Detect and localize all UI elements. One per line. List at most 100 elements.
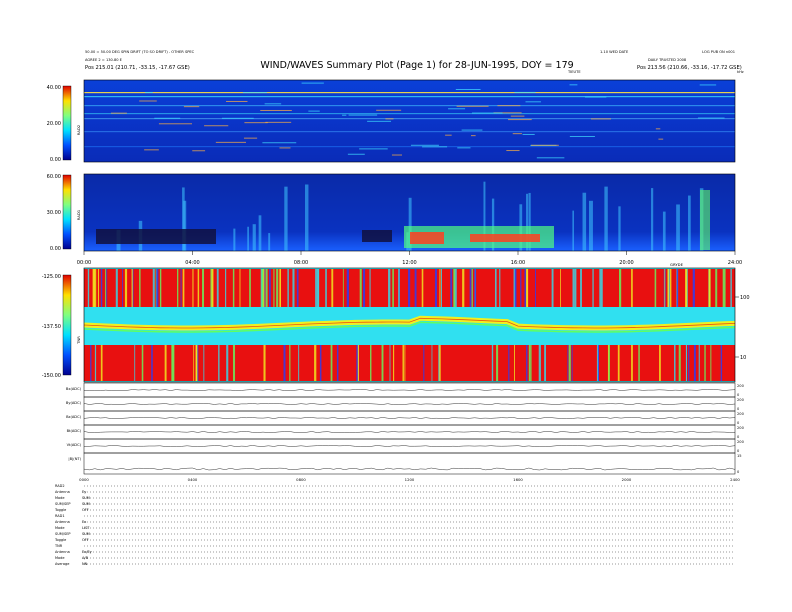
rad2-noise [158, 123, 193, 125]
rad2-streak [84, 92, 735, 94]
rad1-burst [247, 226, 249, 251]
tnr-stripe [471, 269, 473, 307]
tnr-stripe [402, 345, 404, 381]
tnr-stripe [462, 269, 465, 307]
rad2-label: RAD2 [76, 124, 81, 135]
tnr-stripe [571, 345, 573, 381]
tnr-stripe [667, 269, 669, 307]
tnr-right-tick-low: 10 [740, 355, 746, 361]
mag-strip-right-tick: 0 [737, 470, 740, 474]
tnr-stripe [450, 269, 453, 307]
rad2-noise [347, 153, 365, 155]
rad1-colorbar-min: 0.00 [50, 246, 61, 252]
tnr-stripe [597, 345, 599, 381]
legend-label: Average [55, 562, 69, 566]
mag-strip-right-tick: 0 [737, 449, 740, 453]
mag-strip-right-tick: 200 [737, 384, 745, 388]
rad2-noise [244, 122, 268, 124]
tnr-stripe [159, 269, 162, 307]
rad2-noise [584, 96, 607, 98]
rad2-noise [215, 141, 246, 143]
tnr-colorbar [62, 274, 72, 376]
tnr-stripe [273, 269, 275, 307]
mag-x-tick-label: 2400 [730, 477, 740, 482]
tnr-stripe [370, 345, 372, 381]
mag-x-tick-label: 0800 [296, 477, 306, 482]
rad2-noise [522, 133, 535, 135]
tnr-stripe [438, 345, 440, 381]
tnr-stripe [659, 345, 661, 381]
rad1-burst [582, 192, 587, 251]
tnr-stripe [574, 269, 577, 307]
mag-strip-trace [83, 417, 736, 419]
tnr-stripe [526, 345, 528, 381]
rad2-noise [471, 112, 503, 114]
tnr-stripe [131, 269, 133, 307]
tnr-right-tick-high: 100 [740, 295, 750, 301]
header-left-line2: AGREE 2 = 130.80 E [85, 58, 123, 62]
header-right-line3: Pos 213.56 (210.66, -33.16, -17.72 GSE) [637, 65, 742, 71]
mag-strip-frame [83, 452, 736, 475]
tnr-stripe [431, 345, 433, 381]
tnr-stripe [678, 345, 681, 381]
tnr-stripe [664, 269, 666, 307]
rad2-noise [204, 125, 229, 127]
rad1-burst [676, 204, 680, 251]
tnr-stripe [638, 345, 640, 381]
rad1-burst [233, 228, 236, 251]
tnr-annotation: GRYDE [670, 262, 684, 267]
mag-x-tick-label: 1200 [405, 477, 415, 482]
rad2-noise [530, 144, 559, 146]
tnr-stripe [279, 269, 281, 307]
mag-strip-right-tick: 0 [737, 421, 740, 425]
tnr-stripe [292, 269, 295, 307]
tnr-stripe [124, 269, 128, 307]
rad1-burst [252, 224, 256, 251]
legend-label: RAD1 [55, 514, 65, 518]
header-left-line1: 50.00 = 50.00 DEG SPIN DRIFT (TO SO DRIF… [85, 50, 195, 54]
rad2-noise [569, 135, 595, 137]
tnr-stripe [608, 345, 610, 381]
mag-strip-label: Bx(ADC) [66, 387, 82, 391]
rad2-noise [385, 118, 394, 120]
tnr-stripe [720, 345, 723, 381]
tnr-stripe [105, 269, 107, 307]
mode-legend: RAD2Antenna EyMode SUMSUM/SEP SUMToggle OFFR… [54, 484, 735, 566]
mag-strip-right-tick: 0 [737, 407, 740, 411]
rad1-label: RAD1 [76, 209, 81, 220]
tnr-stripe [192, 269, 194, 307]
mag-strip-right-tick: 200 [737, 398, 745, 402]
tnr-stripe [710, 345, 712, 381]
tnr-stripe [276, 269, 279, 307]
rad1-burst [284, 186, 288, 251]
tnr-stripe [325, 269, 327, 307]
tnr-stripe [599, 269, 602, 307]
tnr-stripe [315, 269, 318, 307]
tnr-stripe [592, 269, 594, 307]
tnr-stripe [226, 345, 229, 381]
tnr-stripe [151, 345, 153, 381]
legend-label: TNR [54, 544, 63, 548]
tnr-stripe [392, 269, 394, 307]
tnr-stripe [381, 345, 384, 381]
rad2-noise [456, 105, 489, 107]
tnr-stripe [211, 269, 214, 307]
legend-value: SUM [82, 532, 90, 536]
header-right-line2: DAILY TRUSTED 2008 [648, 58, 687, 62]
rad1-burst [688, 195, 691, 251]
rad2-colorbar-mid: 20.00 [47, 121, 61, 127]
tnr-stripe [369, 269, 371, 307]
mag-strip-label: Bz(ADC) [66, 415, 81, 419]
rad2-noise [242, 92, 267, 94]
rad1-colorbar-mid: 30.00 [47, 210, 61, 216]
tnr-stripe [491, 345, 494, 381]
rad1-burst [651, 188, 654, 251]
tnr-stripe [319, 345, 322, 381]
rad2-noise [457, 147, 471, 149]
tnr-stripe [693, 345, 696, 381]
mag-strip-trace [84, 445, 736, 447]
rad1-emission-core [470, 234, 540, 242]
tnr-stripe [239, 269, 241, 307]
mag-strip-trace [83, 389, 736, 391]
rad2-noise [510, 115, 525, 117]
